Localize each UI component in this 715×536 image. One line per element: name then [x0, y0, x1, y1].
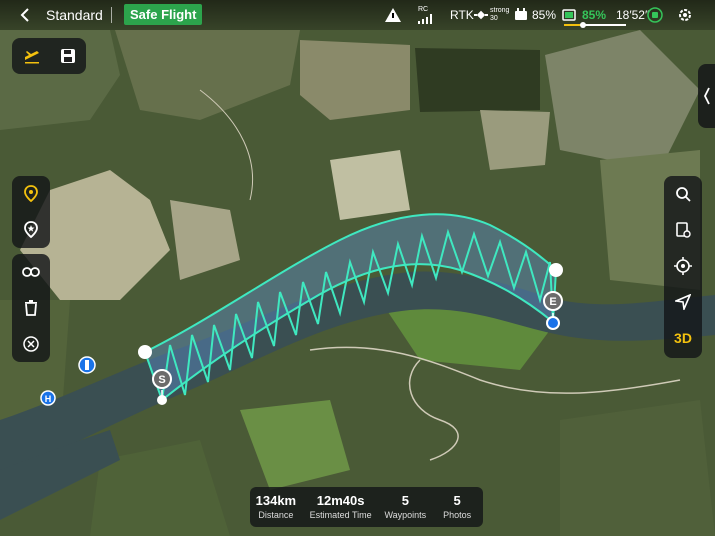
time-stat: 12m40s Estimated Time: [302, 487, 380, 527]
aircraft-battery-value: 85%: [582, 8, 607, 22]
time-label: Estimated Time: [309, 510, 372, 520]
time-value: 12m40s: [316, 493, 365, 508]
chevron-left-icon: [703, 87, 710, 105]
navigation-icon[interactable]: [665, 284, 701, 320]
takeoff-icon[interactable]: [14, 38, 50, 74]
safe-flight-badge[interactable]: Safe Flight: [124, 4, 203, 25]
photos-value: 5: [453, 493, 461, 508]
switch-direction-icon[interactable]: [13, 254, 49, 290]
distance-value: 134km: [255, 493, 297, 508]
locate-icon[interactable]: [665, 248, 701, 284]
settings-icon[interactable]: [677, 0, 693, 30]
rtk-label[interactable]: RTK: [450, 0, 474, 30]
search-icon[interactable]: [665, 176, 701, 212]
end-marker-label: E: [549, 296, 556, 308]
distance-label: Distance: [258, 510, 294, 520]
save-icon[interactable]: [50, 38, 86, 74]
delete-icon[interactable]: [13, 290, 49, 326]
waypoints-stat: 5 Waypoints: [379, 487, 431, 527]
flight-route-overlay: S E H: [40, 213, 563, 406]
route-vertex: [138, 345, 152, 359]
gnss-count: 30: [490, 15, 498, 22]
photos-label: Photos: [443, 510, 472, 520]
route-vertex: [549, 263, 563, 277]
divider: [111, 7, 112, 23]
chevron-left-icon: [20, 8, 29, 22]
helipad-poi-label: H: [45, 394, 52, 404]
gnss-status[interactable]: strong 30: [474, 0, 509, 30]
clear-icon[interactable]: [13, 326, 49, 362]
flight-mode-label[interactable]: Standard: [46, 0, 103, 30]
remote-controller-icon: [515, 8, 527, 20]
mission-stats-panel: 134km Distance 12m40s Estimated Time 5 W…: [250, 487, 483, 527]
waypoints-value: 5: [401, 493, 409, 508]
3d-view-toggle[interactable]: 3D: [665, 320, 701, 356]
left-tool-group: [12, 176, 50, 248]
route-library-icon[interactable]: [665, 212, 701, 248]
gnss-strength: strong: [490, 7, 510, 14]
camera-status-icon[interactable]: [647, 0, 663, 30]
end-point: [546, 316, 560, 330]
back-button[interactable]: [16, 0, 34, 30]
remote-battery[interactable]: 85%: [514, 0, 556, 30]
battery-progress-bar: [564, 22, 626, 28]
satellite-icon: [474, 10, 488, 20]
top-status-bar: Standard Safe Flight RC RTK strong 30 85…: [0, 0, 715, 30]
waypoints-label: Waypoints: [384, 510, 427, 520]
battery-progress-knob: [580, 22, 586, 28]
collapse-panel-tab[interactable]: [698, 64, 715, 128]
left-top-toolbar: [12, 38, 86, 74]
distance-stat: 134km Distance: [250, 487, 302, 527]
star-pin-icon[interactable]: [13, 212, 49, 248]
drone-battery-icon: [562, 9, 576, 21]
start-marker-label: S: [158, 374, 165, 386]
remote-battery-value: 85%: [532, 8, 557, 22]
start-point: [157, 395, 167, 405]
survey-area: [143, 213, 558, 402]
photos-stat: 5 Photos: [431, 487, 483, 527]
obstacle-warning-icon[interactable]: [384, 0, 402, 30]
left-edit-group: [12, 254, 50, 362]
waypoint-pin-icon[interactable]: [13, 176, 49, 212]
rc-signal[interactable]: RC: [418, 0, 434, 30]
signal-bars-icon: [418, 14, 432, 24]
right-toolbar: 3D: [664, 176, 702, 358]
battery-progress-fill: [564, 24, 581, 26]
rc-label: RC: [418, 6, 429, 13]
